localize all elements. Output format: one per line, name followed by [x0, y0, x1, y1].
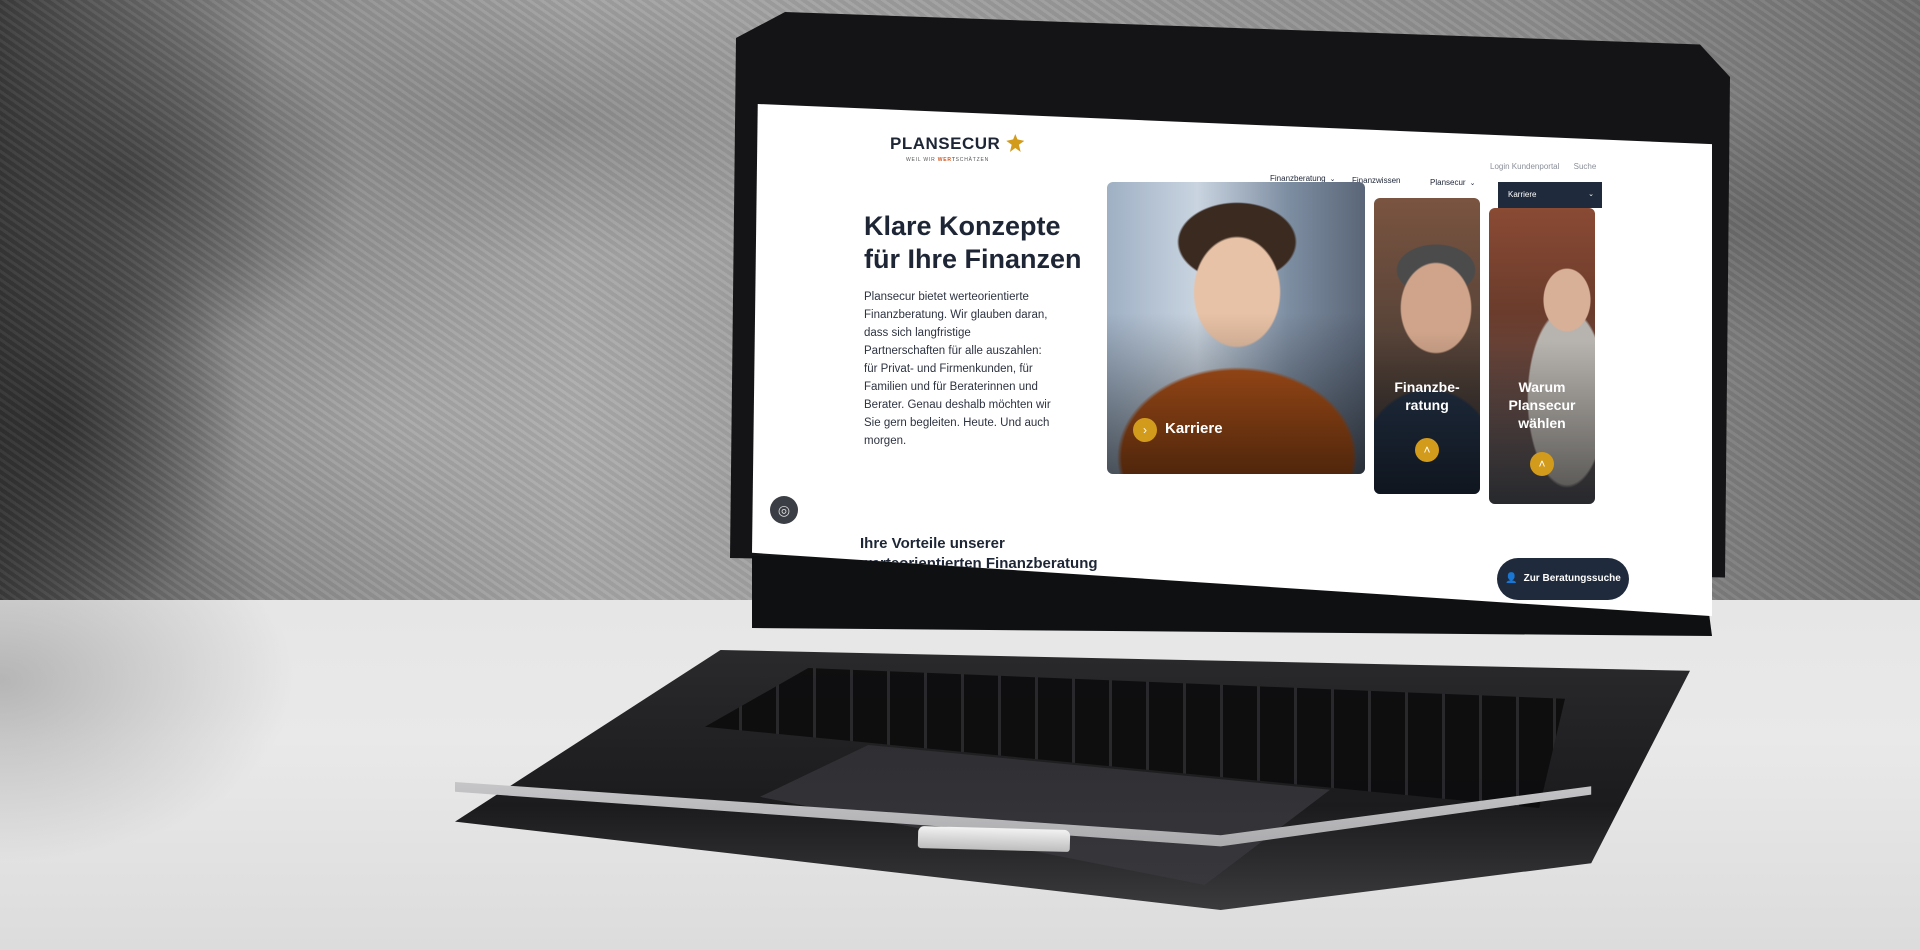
hero-title: Klare Konzepte für Ihre Finanzen: [864, 211, 1082, 274]
card-label: Warum Plansecur wählen: [1508, 379, 1576, 431]
hero-text: Plansecur bietet werteorientierte Finanz…: [864, 291, 1051, 447]
chevron-down-icon: ⌄: [1469, 180, 1476, 187]
fingerprint-icon[interactable]: ◎: [770, 496, 798, 524]
user-icon: 👤: [1505, 573, 1518, 584]
card-karriere[interactable]: › Karriere: [1107, 182, 1365, 474]
plansecur-website: PLANSECUR WEIL WIR WERTSCHÄTZEN Login Ku…: [752, 104, 1712, 616]
consultation-search-button[interactable]: 👤 Zur Beratungssuche: [1497, 558, 1629, 600]
logo-wordmark: PLANSECUR: [890, 134, 1001, 153]
card-warum-plansecur[interactable]: Warum Plansecur wählen ˄: [1489, 208, 1595, 504]
login-link[interactable]: Login Kundenportal: [1490, 162, 1559, 171]
chevron-down-icon: ⌄: [1588, 191, 1594, 198]
card-finanzberatung[interactable]: Finanzbe-ratung ˄: [1374, 198, 1480, 494]
logo-tagline: WEIL WIR WERTSCHÄTZEN: [906, 157, 990, 163]
laptop-front-notch: [917, 826, 1071, 852]
karriere-dropdown[interactable]: Karriere ⌄: [1498, 182, 1602, 208]
plansecur-logo[interactable]: PLANSECUR WEIL WIR WERTSCHÄTZEN: [890, 134, 1025, 163]
chevron-up-icon[interactable]: ˄: [1415, 438, 1439, 462]
utility-nav: Login Kundenportal Suche: [1490, 162, 1608, 171]
chevron-right-icon[interactable]: ›: [1133, 418, 1157, 442]
chevron-up-icon[interactable]: ˄: [1530, 452, 1554, 476]
card-label: Finanzbe-ratung: [1394, 379, 1460, 413]
nav-item-plansecur[interactable]: Plansecur ⌄: [1430, 178, 1475, 187]
card-label: Karriere: [1165, 420, 1223, 437]
laptop-screen: PLANSECUR WEIL WIR WERTSCHÄTZEN Login Ku…: [752, 104, 1712, 617]
search-link[interactable]: Suche: [1574, 162, 1597, 171]
logo-star-icon: [1006, 134, 1025, 152]
